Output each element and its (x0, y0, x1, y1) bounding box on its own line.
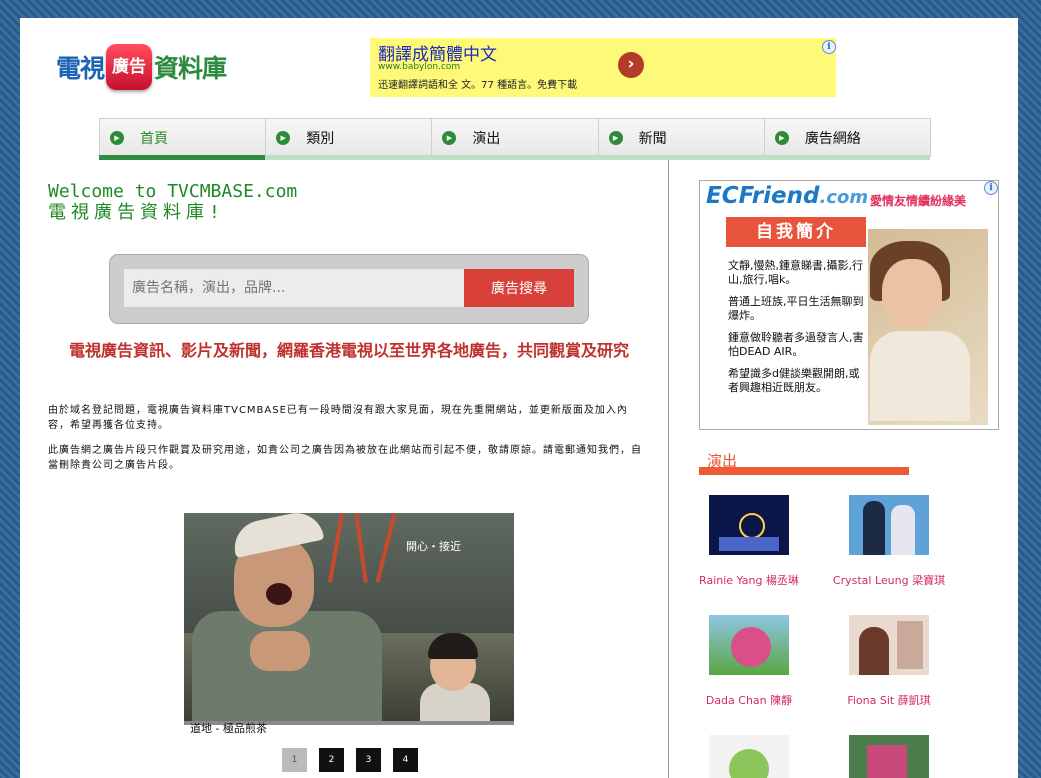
top-banner-ad[interactable]: 翻譯成簡體中文 www.babylon.com 迅速翻譯詞語和全 文。77 種語… (370, 38, 836, 97)
performers-heading: 演出 (699, 450, 909, 475)
performer-name-link[interactable]: Rainie Yang 楊丞琳 (679, 572, 819, 588)
welcome-line-2: 電視廣告資料庫! (48, 202, 225, 223)
play-circle-icon: ▶ (110, 131, 124, 145)
main-nav: ▶ 首頁 ▶ 類別 ▶ 演出 ▶ 新聞 ▶ 廣告網絡 (99, 118, 931, 157)
nav-item-label: 類別 (306, 131, 335, 147)
video-figure-man-hand (250, 631, 310, 671)
nav-item-label: 演出 (472, 131, 501, 147)
ad-photo-face (882, 259, 942, 329)
ad-profile-header: 自我簡介 (726, 217, 866, 247)
ad-brand-suffix: .com (819, 187, 869, 208)
ad-photo-clothes (870, 331, 970, 421)
ad-profile-line: 普通上班族,平日生活無聊到爆炸。 (728, 295, 864, 322)
ad-description: 迅速翻譯詞語和全 文。77 種語言。免費下載 (378, 80, 578, 91)
site-tagline: 電視廣告資訊、影片及新聞，網羅香港電視以至世界各地廣告，共同觀賞及研究 (69, 341, 630, 360)
page-button-1[interactable]: 1 (282, 748, 307, 772)
thumb-shape (739, 513, 765, 539)
search-box: 廣告搜尋 (109, 254, 589, 324)
nav-item-label: 廣告網絡 (804, 131, 861, 147)
play-circle-icon: ▶ (442, 131, 457, 145)
ad-arrow-icon[interactable]: › (618, 52, 644, 78)
nav-underline (99, 155, 930, 160)
performer-name-link[interactable]: Dada Chan 陳靜 (679, 692, 819, 708)
ad-info-icon[interactable]: i (822, 40, 836, 54)
nav-item-ad-network[interactable]: ▶ 廣告網絡 (765, 119, 930, 157)
video-figure-man-mouth (266, 583, 292, 605)
nav-active-indicator (99, 155, 265, 160)
thumb-shape (897, 621, 923, 669)
performer-thumbnail[interactable] (709, 615, 789, 675)
nav-item-news[interactable]: ▶ 新聞 (599, 119, 765, 157)
intro-paragraph: 此廣告網之廣告片段只作觀賞及研究用途，如貴公司之廣告因為被放在此網站而引起不便，… (48, 445, 642, 471)
intro-text: 由於域名登記問題，電視廣告資料庫TVCMBASE已有一段時間沒有跟大家見面，現在… (48, 403, 648, 483)
ad-info-icon[interactable]: i (984, 181, 998, 195)
logo-badge: 廣告 (106, 44, 153, 90)
video-title[interactable]: 道地 - 極品煎茶 (190, 720, 267, 736)
ad-brand-name: ECFriend (706, 183, 820, 209)
page-button-3[interactable]: 3 (356, 748, 381, 772)
search-input[interactable] (124, 269, 465, 307)
page-button-4[interactable]: 4 (393, 748, 418, 772)
column-divider (668, 160, 669, 778)
page-container: 電視 廣告 資料庫 翻譯成簡體中文 www.babylon.com 迅速翻譯詞語… (20, 18, 1018, 778)
ad-profile-line: 鍾意做聆聽者多過發言人,害怕DEAD AIR。 (728, 331, 864, 358)
thumb-shape (731, 627, 771, 667)
nav-item-home[interactable]: ▶ 首頁 (100, 119, 267, 157)
logo-text-2: 資料庫 (154, 54, 227, 83)
intro-paragraph: 由於域名登記問題，電視廣告資料庫TVCMBASE已有一段時間沒有跟大家見面，現在… (48, 405, 628, 431)
video-overlay-text: 開心・接近 (406, 540, 461, 553)
performer-thumbnail[interactable] (849, 495, 929, 555)
welcome-heading: Welcome to TVCMBASE.com 電視廣告資料庫! (48, 182, 297, 224)
nav-item-performers[interactable]: ▶ 演出 (432, 119, 599, 157)
logo-text-1: 電視 (56, 54, 105, 83)
performer-thumbnail[interactable] (849, 615, 929, 675)
ad-profile-line: 希望識多d健談樂觀開朗,或者興趣相近既朋友。 (728, 367, 860, 394)
ad-brand: ECFriend.com (706, 183, 868, 209)
performer-name-link[interactable]: Fiona Sit 薛凱琪 (819, 692, 959, 708)
thumb-shape (719, 537, 779, 551)
ad-slogan: 愛情友情續紛緣美 (870, 194, 967, 208)
page-button-2[interactable]: 2 (319, 748, 344, 772)
nav-item-category[interactable]: ▶ 類別 (266, 119, 433, 157)
thumb-shape (859, 627, 889, 675)
nav-item-label: 首頁 (140, 131, 168, 147)
thumb-shape (729, 749, 769, 778)
search-button[interactable]: 廣告搜尋 (464, 269, 574, 307)
site-logo[interactable]: 電視 廣告 資料庫 (56, 44, 227, 90)
ad-url[interactable]: www.babylon.com (378, 62, 460, 72)
thumb-shape (867, 745, 907, 778)
play-circle-icon: ▶ (608, 131, 623, 145)
performer-name-link[interactable]: Crystal Leung 梁寶琪 (819, 572, 959, 588)
thumb-shape (863, 501, 885, 555)
video-pager: 1 2 3 4 (282, 748, 418, 772)
sidebar-ad[interactable]: ECFriend.com 愛情友情續紛緣美 自我簡介 文靜,慢熱,鍾意睇書,攝影… (699, 180, 999, 430)
nav-item-label: 新聞 (638, 131, 667, 147)
performer-thumbnail[interactable] (709, 495, 789, 555)
featured-video-thumbnail[interactable]: 開心・接近 (184, 513, 514, 721)
thumb-shape (891, 505, 915, 555)
welcome-line-1: Welcome to TVCMBASE.com (48, 181, 298, 202)
play-circle-icon: ▶ (774, 131, 789, 145)
play-circle-icon: ▶ (276, 131, 291, 145)
ad-profile-line: 文靜,慢熱,鍾意睇書,攝影,行山,旅行,唱k。 (728, 259, 863, 286)
